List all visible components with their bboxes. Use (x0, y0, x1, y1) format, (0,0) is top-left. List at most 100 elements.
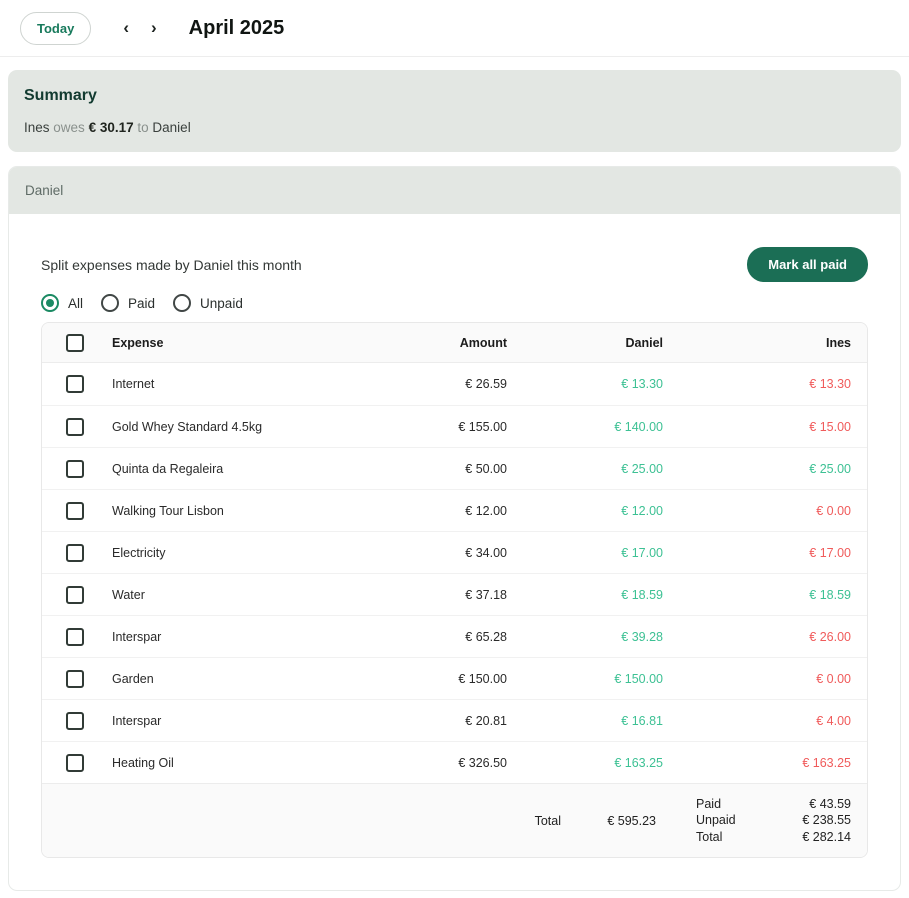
table-row: Quinta da Regaleira € 50.00 € 25.00 € 25… (42, 447, 867, 489)
row-ines: € 0.00 (663, 672, 851, 686)
row-expense: Water (112, 588, 387, 602)
person-panel-header: Daniel (9, 167, 900, 214)
row-checkbox[interactable] (66, 544, 84, 562)
summary-debtor: Ines (24, 120, 50, 135)
row-ines: € 0.00 (663, 504, 851, 518)
filter-label: Unpaid (200, 296, 243, 311)
mark-all-paid-button[interactable]: Mark all paid (747, 247, 868, 282)
row-checkbox-cell (66, 375, 112, 393)
row-checkbox[interactable] (66, 418, 84, 436)
row-checkbox[interactable] (66, 628, 84, 646)
row-expense: Interspar (112, 714, 387, 728)
row-expense: Electricity (112, 546, 387, 560)
select-all-checkbox[interactable] (66, 334, 84, 352)
row-amount: € 150.00 (387, 672, 507, 686)
table-row: Water € 37.18 € 18.59 € 18.59 (42, 573, 867, 615)
filter-radio-paid[interactable]: Paid (101, 294, 155, 312)
row-daniel: € 17.00 (507, 546, 663, 560)
radio-unselected-icon (173, 294, 191, 312)
row-expense: Gold Whey Standard 4.5kg (112, 420, 387, 434)
row-daniel: € 150.00 (507, 672, 663, 686)
footer-total-label: Total (535, 814, 561, 828)
filter-radio-all[interactable]: All (41, 294, 83, 312)
row-amount: € 326.50 (387, 756, 507, 770)
row-checkbox[interactable] (66, 754, 84, 772)
month-navigation: ‹ › (117, 16, 162, 40)
table-row: Interspar € 20.81 € 16.81 € 4.00 (42, 699, 867, 741)
unpaid-value: € 238.55 (756, 812, 851, 829)
table-row: Electricity € 34.00 € 17.00 € 17.00 (42, 531, 867, 573)
expense-table: Expense Amount Daniel Ines Internet € 26… (41, 322, 868, 858)
row-daniel: € 13.30 (507, 377, 663, 391)
row-daniel: € 140.00 (507, 420, 663, 434)
row-checkbox[interactable] (66, 712, 84, 730)
row-ines: € 163.25 (663, 756, 851, 770)
today-button[interactable]: Today (20, 12, 91, 45)
row-daniel: € 25.00 (507, 462, 663, 476)
table-body: Internet € 26.59 € 13.30 € 13.30 Gold Wh… (42, 363, 867, 783)
table-row: Interspar € 65.28 € 39.28 € 26.00 (42, 615, 867, 657)
breakdown-labels: Paid Unpaid Total (696, 796, 756, 846)
row-checkbox[interactable] (66, 375, 84, 393)
row-ines: € 17.00 (663, 546, 851, 560)
row-checkbox-cell (66, 670, 112, 688)
table-row: Internet € 26.59 € 13.30 € 13.30 (42, 363, 867, 405)
radio-selected-icon (41, 294, 59, 312)
row-ines: € 15.00 (663, 420, 851, 434)
unpaid-label: Unpaid (696, 812, 756, 829)
summary-card: Summary Ines owes € 30.17 to Daniel (8, 70, 901, 152)
row-daniel: € 18.59 (507, 588, 663, 602)
row-checkbox-cell (66, 712, 112, 730)
page-title: April 2025 (189, 17, 285, 40)
row-amount: € 26.59 (387, 377, 507, 391)
row-expense: Internet (112, 377, 387, 391)
summary-amount: € 30.17 (89, 120, 134, 135)
row-ines: € 25.00 (663, 462, 851, 476)
subtitle-row: Split expenses made by Daniel this month… (41, 247, 868, 282)
row-checkbox[interactable] (66, 670, 84, 688)
row-expense: Walking Tour Lisbon (112, 504, 387, 518)
row-daniel: € 39.28 (507, 630, 663, 644)
filter-radio-group: All Paid Unpaid (41, 294, 868, 312)
person-panel-body: Split expenses made by Daniel this month… (9, 214, 900, 890)
row-ines: € 26.00 (663, 630, 851, 644)
table-footer-row: Total € 595.23 Paid Unpaid Total € 43.59… (42, 783, 867, 857)
row-checkbox-cell (66, 586, 112, 604)
row-checkbox[interactable] (66, 586, 84, 604)
row-checkbox-cell (66, 418, 112, 436)
row-checkbox-cell (66, 628, 112, 646)
row-checkbox[interactable] (66, 460, 84, 478)
paid-value: € 43.59 (756, 796, 851, 813)
row-daniel: € 163.25 (507, 756, 663, 770)
summary-to-word: to (137, 120, 148, 135)
row-amount: € 155.00 (387, 420, 507, 434)
footer-breakdown: Paid Unpaid Total € 43.59 € 238.55 € 282… (696, 796, 851, 846)
footer-total-amount: € 595.23 (561, 814, 656, 828)
summary-owes-word: owes (53, 120, 85, 135)
row-checkbox-cell (66, 544, 112, 562)
grand-total-value: € 282.14 (756, 829, 851, 846)
chevron-left-icon[interactable]: ‹ (117, 16, 135, 40)
row-checkbox[interactable] (66, 502, 84, 520)
row-expense: Heating Oil (112, 756, 387, 770)
row-daniel: € 12.00 (507, 504, 663, 518)
summary-title: Summary (24, 87, 885, 105)
row-ines: € 4.00 (663, 714, 851, 728)
filter-radio-unpaid[interactable]: Unpaid (173, 294, 243, 312)
row-ines: € 18.59 (663, 588, 851, 602)
row-amount: € 12.00 (387, 504, 507, 518)
summary-creditor: Daniel (152, 120, 190, 135)
table-row: Gold Whey Standard 4.5kg € 155.00 € 140.… (42, 405, 867, 447)
row-amount: € 65.28 (387, 630, 507, 644)
row-amount: € 20.81 (387, 714, 507, 728)
filter-label: Paid (128, 296, 155, 311)
summary-line: Ines owes € 30.17 to Daniel (24, 120, 885, 135)
row-checkbox-cell (66, 460, 112, 478)
radio-unselected-icon (101, 294, 119, 312)
split-expenses-subtitle: Split expenses made by Daniel this month (41, 257, 302, 273)
chevron-right-icon[interactable]: › (145, 16, 163, 40)
row-ines: € 13.30 (663, 377, 851, 391)
person-panel: Daniel Split expenses made by Daniel thi… (8, 166, 901, 891)
column-header-daniel: Daniel (507, 336, 663, 350)
table-row: Garden € 150.00 € 150.00 € 0.00 (42, 657, 867, 699)
